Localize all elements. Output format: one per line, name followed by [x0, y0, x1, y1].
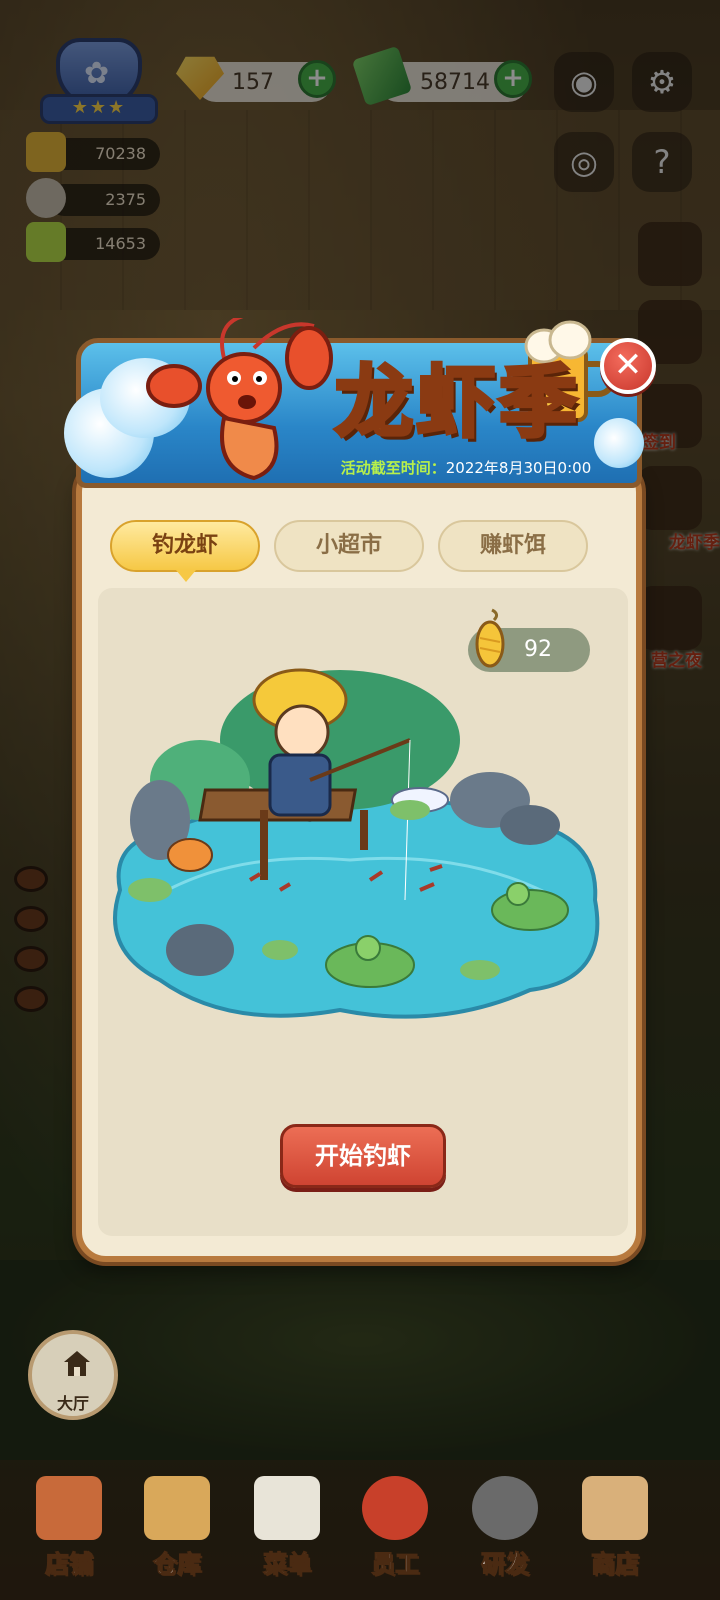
nav-menu[interactable]: 菜单 [232, 1466, 342, 1600]
start-fishing-button[interactable]: 开始钓虾 [280, 1124, 446, 1188]
tab-fish-lobster[interactable]: 钓龙虾 [110, 520, 260, 582]
wok-icon [472, 1476, 538, 1540]
nav-label: 员工 [371, 1550, 420, 1579]
bottom-nav: 店铺 仓库 菜单 员工 研发 商店 [0, 1466, 720, 1600]
close-icon: ✕ [613, 345, 643, 385]
event-tabs: 钓龙虾 小超市 赚虾饵 [110, 520, 600, 582]
nav-store[interactable]: 商店 [560, 1466, 670, 1600]
nav-label: 商店 [591, 1550, 640, 1579]
event-title: 龙虾季 [333, 356, 581, 450]
nav-label: 研发 [481, 1550, 530, 1579]
tab-earn-bait[interactable]: 赚虾饵 [438, 520, 588, 572]
close-button[interactable]: ✕ [600, 338, 656, 394]
nav-warehouse[interactable]: 仓库 [122, 1466, 232, 1600]
lobby-button[interactable]: 大厅 [28, 1330, 118, 1420]
nav-label: 菜单 [263, 1550, 312, 1579]
deadline-label: 活动截至时间： [340, 459, 446, 477]
nav-research[interactable]: 研发 [450, 1466, 560, 1600]
crate-icon [144, 1476, 210, 1540]
nav-label: 店铺 [45, 1550, 94, 1579]
storefront-icon [36, 1476, 102, 1540]
fishing-pond-illustration [113, 668, 600, 1019]
shop-stall-icon [582, 1476, 648, 1540]
clipboard-icon [254, 1476, 320, 1540]
nav-shop-front[interactable]: 店铺 [14, 1466, 124, 1600]
lobby-label: 大厅 [56, 1394, 89, 1413]
nav-label: 仓库 [153, 1550, 202, 1579]
nav-staff[interactable]: 员工 [340, 1466, 450, 1600]
tab-mini-market[interactable]: 小超市 [274, 520, 424, 572]
chef-staff-icon [362, 1476, 428, 1540]
house-icon [64, 1351, 90, 1376]
deadline-value: 2022年8月30日0:00 [445, 459, 592, 477]
event-deadline: 活动截至时间：2022年8月30日0:00 [286, 456, 646, 480]
event-banner: 龙虾季 活动截至时间：2022年8月30日0:00 [64, 318, 652, 488]
